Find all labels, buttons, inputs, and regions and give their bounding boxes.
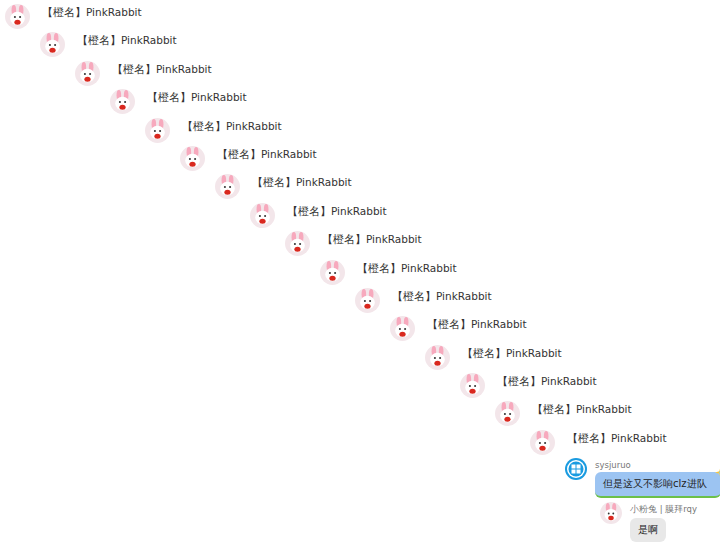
sparkle-icon bbox=[715, 467, 720, 478]
sender-name[interactable]: 【橙名】PinkRabbit bbox=[217, 148, 317, 162]
sender-name[interactable]: 【橙名】PinkRabbit bbox=[497, 375, 597, 389]
sender-name[interactable]: 【橙名】PinkRabbit bbox=[182, 120, 282, 134]
rabbit-avatar-icon[interactable] bbox=[250, 203, 275, 228]
message-row: sysjuruo 但是这又不影响clz进队 bbox=[0, 458, 720, 502]
rabbit-avatar-icon[interactable] bbox=[355, 288, 380, 313]
message-row: 【橙名】PinkRabbit bbox=[0, 316, 720, 344]
sender-name[interactable]: 【橙名】PinkRabbit bbox=[462, 347, 562, 361]
sender-name[interactable]: 【橙名】PinkRabbit bbox=[357, 262, 457, 276]
sender-name[interactable]: 【橙名】PinkRabbit bbox=[532, 403, 632, 417]
rabbit-avatar-icon[interactable] bbox=[145, 118, 170, 143]
rabbit-avatar-icon[interactable] bbox=[390, 316, 415, 341]
sender-name[interactable]: 【橙名】PinkRabbit bbox=[567, 432, 667, 446]
message-row: 【橙名】PinkRabbit bbox=[0, 174, 720, 202]
rabbit-avatar-icon[interactable] bbox=[460, 373, 485, 398]
message-row: 【橙名】PinkRabbit bbox=[0, 430, 720, 458]
sender-name[interactable]: sysjuruo bbox=[595, 460, 631, 470]
sender-name[interactable]: 【橙名】PinkRabbit bbox=[427, 318, 527, 332]
rabbit-avatar-icon[interactable] bbox=[215, 174, 240, 199]
message-row: 【橙名】PinkRabbit bbox=[0, 373, 720, 401]
message-row: 【橙名】PinkRabbit bbox=[0, 260, 720, 288]
rabbit-avatar-icon[interactable] bbox=[180, 146, 205, 171]
message-row: 【橙名】PinkRabbit bbox=[0, 401, 720, 429]
message-row: 【橙名】PinkRabbit bbox=[0, 345, 720, 373]
message-bubble[interactable]: 是啊 bbox=[630, 518, 666, 542]
sender-name[interactable]: 【橙名】PinkRabbit bbox=[147, 91, 247, 105]
sender-name[interactable]: 小粉兔 | 膜拜rqy bbox=[630, 504, 697, 516]
message-row: 【橙名】PinkRabbit bbox=[0, 4, 720, 32]
rabbit-avatar-icon[interactable] bbox=[425, 345, 450, 370]
rabbit-avatar-icon[interactable] bbox=[600, 502, 622, 524]
rabbit-avatar-icon[interactable] bbox=[285, 231, 310, 256]
sender-name[interactable]: 【橙名】PinkRabbit bbox=[112, 63, 212, 77]
rabbit-avatar-icon[interactable] bbox=[320, 260, 345, 285]
message-row: 小粉兔 | 膜拜rqy 是啊 bbox=[0, 502, 720, 545]
rabbit-avatar-icon[interactable] bbox=[75, 61, 100, 86]
chat-log: 【橙名】PinkRabbit 【橙名】PinkRabbit 【橙名】PinkRabb… bbox=[0, 0, 720, 545]
rabbit-avatar-icon[interactable] bbox=[5, 4, 30, 29]
sender-name[interactable]: 【橙名】PinkRabbit bbox=[322, 233, 422, 247]
message-row: 【橙名】PinkRabbit bbox=[0, 89, 720, 117]
sender-name[interactable]: 【橙名】PinkRabbit bbox=[392, 290, 492, 304]
sender-name[interactable]: 【橙名】PinkRabbit bbox=[252, 176, 352, 190]
message-row: 【橙名】PinkRabbit bbox=[0, 288, 720, 316]
message-row: 【橙名】PinkRabbit bbox=[0, 146, 720, 174]
rabbit-avatar-icon[interactable] bbox=[110, 89, 135, 114]
rabbit-avatar-icon[interactable] bbox=[530, 430, 555, 455]
windows-logo-avatar-icon[interactable] bbox=[565, 458, 587, 480]
message-row: 【橙名】PinkRabbit bbox=[0, 32, 720, 60]
sender-name[interactable]: 【橙名】PinkRabbit bbox=[77, 34, 177, 48]
message-row: 【橙名】PinkRabbit bbox=[0, 118, 720, 146]
sender-name[interactable]: 【橙名】PinkRabbit bbox=[287, 205, 387, 219]
message-row: 【橙名】PinkRabbit bbox=[0, 203, 720, 231]
rabbit-avatar-icon[interactable] bbox=[495, 401, 520, 426]
message-bubble[interactable]: 但是这又不影响clz进队 bbox=[595, 472, 720, 498]
message-row: 【橙名】PinkRabbit bbox=[0, 231, 720, 259]
sender-name[interactable]: 【橙名】PinkRabbit bbox=[42, 6, 142, 20]
message-row: 【橙名】PinkRabbit bbox=[0, 61, 720, 89]
rabbit-avatar-icon[interactable] bbox=[40, 32, 65, 57]
